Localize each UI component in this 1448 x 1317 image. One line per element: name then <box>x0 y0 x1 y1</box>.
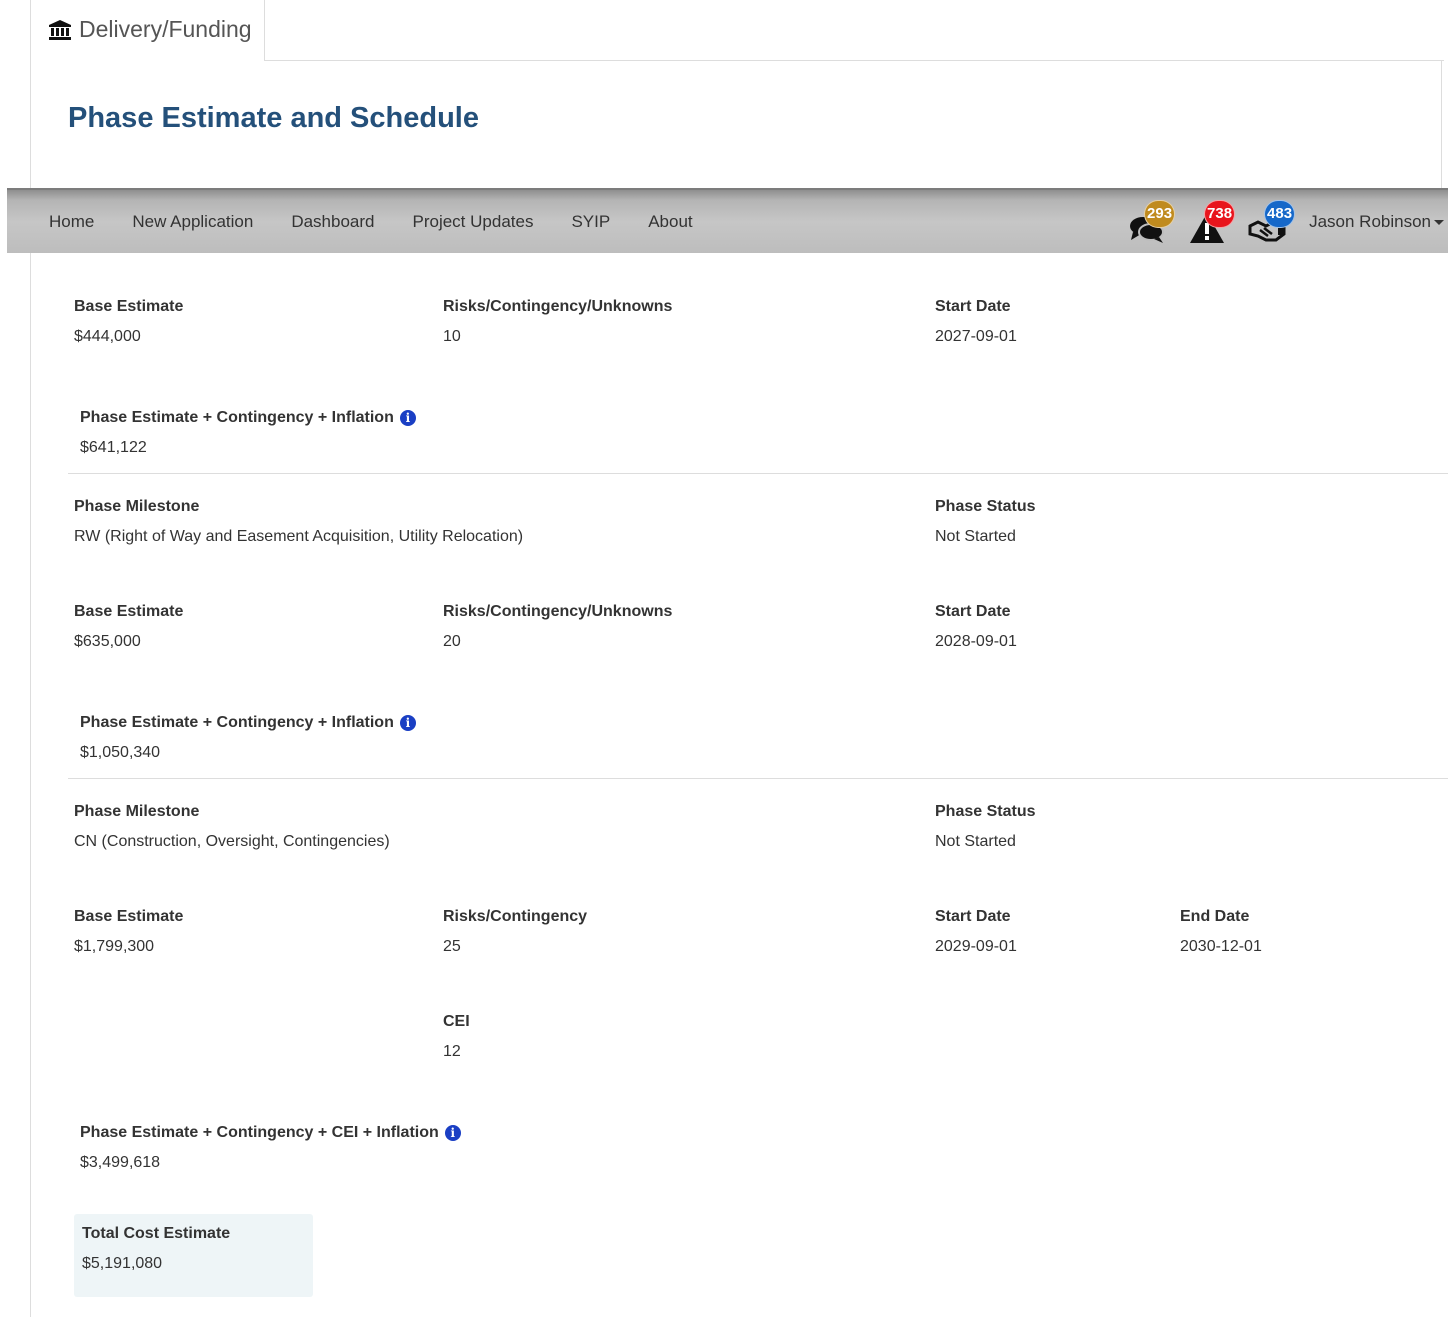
field-value: $3,499,618 <box>80 1154 161 1171</box>
field-label: Phase Milestone <box>74 803 200 820</box>
nav-link-new-application[interactable]: New Application <box>132 212 253 232</box>
field-value: 25 <box>443 938 461 955</box>
phase2-base-estimate: Base Estimate $635,000 <box>74 602 183 653</box>
field-label: Base Estimate <box>74 908 184 925</box>
phase1-total: Phase Estimate + Contingency + Inflation… <box>80 408 416 459</box>
phase2-risks: Risks/Contingency/Unknowns 20 <box>443 602 672 653</box>
phase1-start-date: Start Date 2027-09-01 <box>935 297 1017 348</box>
info-icon[interactable]: i <box>399 410 416 426</box>
tab-border <box>264 60 1444 61</box>
field-value: $635,000 <box>74 633 141 650</box>
panel-border-left-lower <box>30 253 31 1317</box>
nav-link-about[interactable]: About <box>648 212 692 232</box>
field-label: CEI <box>443 1013 470 1030</box>
nav-link-dashboard[interactable]: Dashboard <box>291 212 374 232</box>
field-value: 10 <box>443 328 461 345</box>
user-name: Jason Robinson <box>1309 211 1431 231</box>
phase3-base-estimate: Base Estimate $1,799,300 <box>74 907 183 958</box>
phase-divider <box>68 473 1448 474</box>
bank-icon <box>49 16 71 46</box>
field-value: RW (Right of Way and Easement Acquisitio… <box>74 528 524 545</box>
field-label: Phase Status <box>935 803 1036 820</box>
total-label-text: Phase Estimate + Contingency + CEI + Inf… <box>80 1124 439 1141</box>
phase3-end-date: End Date 2030-12-01 <box>1180 907 1262 958</box>
field-label: Base Estimate <box>74 603 184 620</box>
comments-button[interactable]: 293 <box>1125 199 1176 244</box>
field-label: Start Date <box>935 603 1011 620</box>
phase3-milestone: Phase Milestone CN (Construction, Oversi… <box>74 802 390 853</box>
field-value: $444,000 <box>74 328 141 345</box>
phase3-risks: Risks/Contingency 25 <box>443 907 587 958</box>
field-label: Phase Estimate + Contingency + CEI + Inf… <box>80 1123 461 1143</box>
nav-links: Home New Application Dashboard Project U… <box>49 212 731 232</box>
agreements-badge: 483 <box>1264 199 1296 228</box>
page-title: Phase Estimate and Schedule <box>68 102 479 134</box>
phase2-start-date: Start Date 2028-09-01 <box>935 602 1017 653</box>
caret-down-icon <box>1434 220 1444 225</box>
field-label: Start Date <box>935 298 1011 315</box>
phase2-total: Phase Estimate + Contingency + Inflation… <box>80 713 416 764</box>
panel-border-right <box>1441 60 1442 188</box>
phase2-status: Phase Status Not Started <box>935 497 1035 548</box>
total-label-text: Phase Estimate + Contingency + Inflation <box>80 714 394 731</box>
field-label: Phase Status <box>935 498 1036 515</box>
info-icon[interactable]: i <box>399 715 416 731</box>
nav-icons: 293 738 483 Jason Robinson <box>1125 190 1448 253</box>
phase2-milestone: Phase Milestone RW (Right of Way and Eas… <box>74 497 523 548</box>
tab-label: Delivery/Funding <box>79 16 252 42</box>
agreements-button[interactable]: 483 <box>1245 199 1296 244</box>
field-value: $1,799,300 <box>74 938 155 955</box>
field-label: Phase Estimate + Contingency + Inflation… <box>80 408 416 428</box>
field-label: Risks/Contingency/Unknowns <box>443 298 673 315</box>
field-value: 12 <box>443 1043 461 1060</box>
page: Delivery/Funding Phase Estimate and Sche… <box>0 0 1448 1317</box>
phase3-start-date: Start Date 2029-09-01 <box>935 907 1017 958</box>
field-value: 2027-09-01 <box>935 328 1017 345</box>
comments-badge: 293 <box>1144 199 1176 228</box>
total-label-text: Phase Estimate + Contingency + Inflation <box>80 409 394 426</box>
phase1-risks: Risks/Contingency/Unknowns 10 <box>443 297 672 348</box>
info-icon[interactable]: i <box>444 1125 461 1141</box>
field-value: 20 <box>443 633 461 650</box>
field-label: Risks/Contingency <box>443 908 588 925</box>
field-value: $641,122 <box>80 439 147 456</box>
nav-link-syip[interactable]: SYIP <box>571 212 610 232</box>
nav-link-home[interactable]: Home <box>49 212 94 232</box>
total-cost-value: $5,191,080 <box>82 1255 163 1272</box>
field-label: Base Estimate <box>74 298 184 315</box>
phase3-status: Phase Status Not Started <box>935 802 1035 853</box>
alerts-button[interactable]: 738 <box>1185 199 1236 244</box>
user-menu[interactable]: Jason Robinson <box>1309 212 1444 232</box>
field-value: 2030-12-01 <box>1180 938 1262 955</box>
phase3-total: Phase Estimate + Contingency + CEI + Inf… <box>80 1123 461 1174</box>
field-label: Risks/Contingency/Unknowns <box>443 603 673 620</box>
tab-delivery-funding[interactable]: Delivery/Funding <box>30 0 265 61</box>
field-value: 2029-09-01 <box>935 938 1017 955</box>
field-label: End Date <box>1180 908 1250 925</box>
field-value: CN (Construction, Oversight, Contingenci… <box>74 833 390 850</box>
navbar: Home New Application Dashboard Project U… <box>7 188 1448 253</box>
field-value: 2028-09-01 <box>935 633 1017 650</box>
phase1-base-estimate: Base Estimate $444,000 <box>74 297 183 348</box>
field-value: Not Started <box>935 833 1016 850</box>
phase3-cei: CEI 12 <box>443 1012 470 1063</box>
field-label: Phase Estimate + Contingency + Inflation… <box>80 713 416 733</box>
field-label: Start Date <box>935 908 1011 925</box>
panel-border-left <box>30 60 31 188</box>
nav-link-project-updates[interactable]: Project Updates <box>413 212 534 232</box>
total-cost-estimate-box: Total Cost Estimate $5,191,080 <box>74 1214 313 1297</box>
total-cost-label: Total Cost Estimate <box>82 1225 231 1242</box>
field-label: Phase Milestone <box>74 498 200 515</box>
field-value: Not Started <box>935 528 1016 545</box>
phase-divider <box>68 778 1448 779</box>
field-value: $1,050,340 <box>80 744 161 761</box>
alerts-badge: 738 <box>1204 199 1236 228</box>
